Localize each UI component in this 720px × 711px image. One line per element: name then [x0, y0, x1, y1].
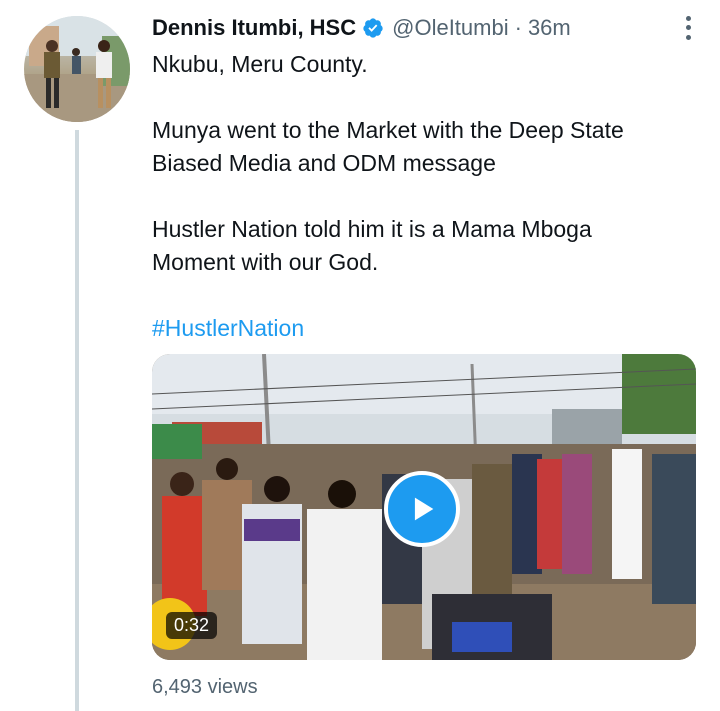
tweet-line: Nkubu, Meru County. [152, 51, 368, 77]
author-avatar[interactable] [24, 16, 130, 122]
tweet-text: Nkubu, Meru County. Munya went to the Ma… [152, 48, 697, 345]
avatar-image [24, 16, 130, 122]
video-duration: 0:32 [166, 612, 218, 639]
video-player[interactable]: 0:32 [152, 354, 696, 660]
tweet-line: Munya went to the Market with the Deep S… [152, 117, 624, 143]
verified-badge-icon [362, 17, 384, 39]
tweet-header: Dennis Itumbi, HSC @OleItumbi · 36m [152, 10, 700, 46]
tweet-timestamp[interactable]: 36m [528, 15, 571, 41]
hashtag-link[interactable]: #HustlerNation [152, 315, 304, 341]
author-handle[interactable]: @OleItumbi [392, 15, 508, 41]
separator-dot: · [514, 15, 522, 40]
view-count: 6,493 views [152, 676, 258, 698]
tweet-line: Biased Media and ODM message [152, 150, 496, 176]
author-name[interactable]: Dennis Itumbi, HSC [152, 15, 356, 41]
play-icon [414, 497, 434, 521]
tweet-line: Moment with our God. [152, 249, 379, 275]
thread-line [75, 130, 79, 711]
tweet-line: Hustler Nation told him it is a Mama Mbo… [152, 216, 592, 242]
more-options-icon[interactable] [676, 14, 700, 42]
play-button[interactable] [384, 471, 460, 547]
